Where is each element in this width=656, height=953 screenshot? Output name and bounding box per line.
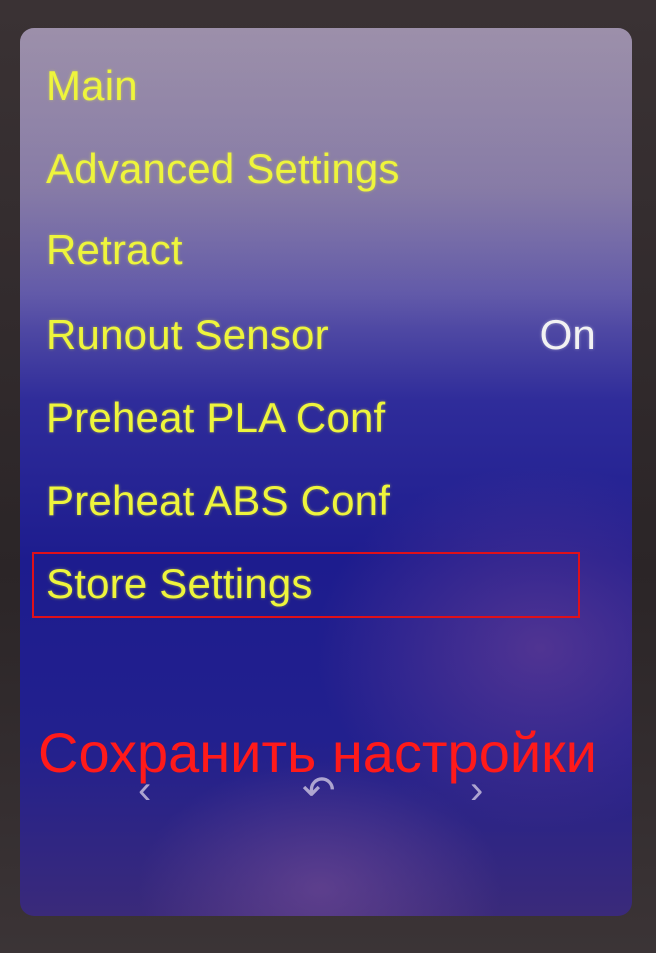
menu-item-label: Runout Sensor: [46, 311, 329, 358]
menu-item-label: Advanced Settings: [46, 145, 400, 192]
menu-item-runout-sensor[interactable]: Runout Sensor On: [46, 300, 606, 370]
menu-item-preheat-pla-conf[interactable]: Preheat PLA Conf: [46, 383, 606, 453]
menu-item-main[interactable]: Main: [46, 51, 606, 121]
translation-caption: Сохранить настройки: [38, 721, 597, 784]
selection-highlight-box: [32, 552, 580, 618]
menu-item-advanced-settings[interactable]: Advanced Settings: [46, 134, 606, 204]
menu-item-preheat-abs-conf[interactable]: Preheat ABS Conf: [46, 466, 606, 536]
menu-item-label: Preheat PLA Conf: [46, 394, 386, 441]
menu-item-retract[interactable]: Retract: [46, 215, 606, 285]
menu-item-label: Main: [46, 62, 138, 109]
runout-sensor-value: On: [539, 311, 596, 358]
menu-item-label: Retract: [46, 226, 183, 273]
menu-item-label: Preheat ABS Conf: [46, 477, 391, 524]
